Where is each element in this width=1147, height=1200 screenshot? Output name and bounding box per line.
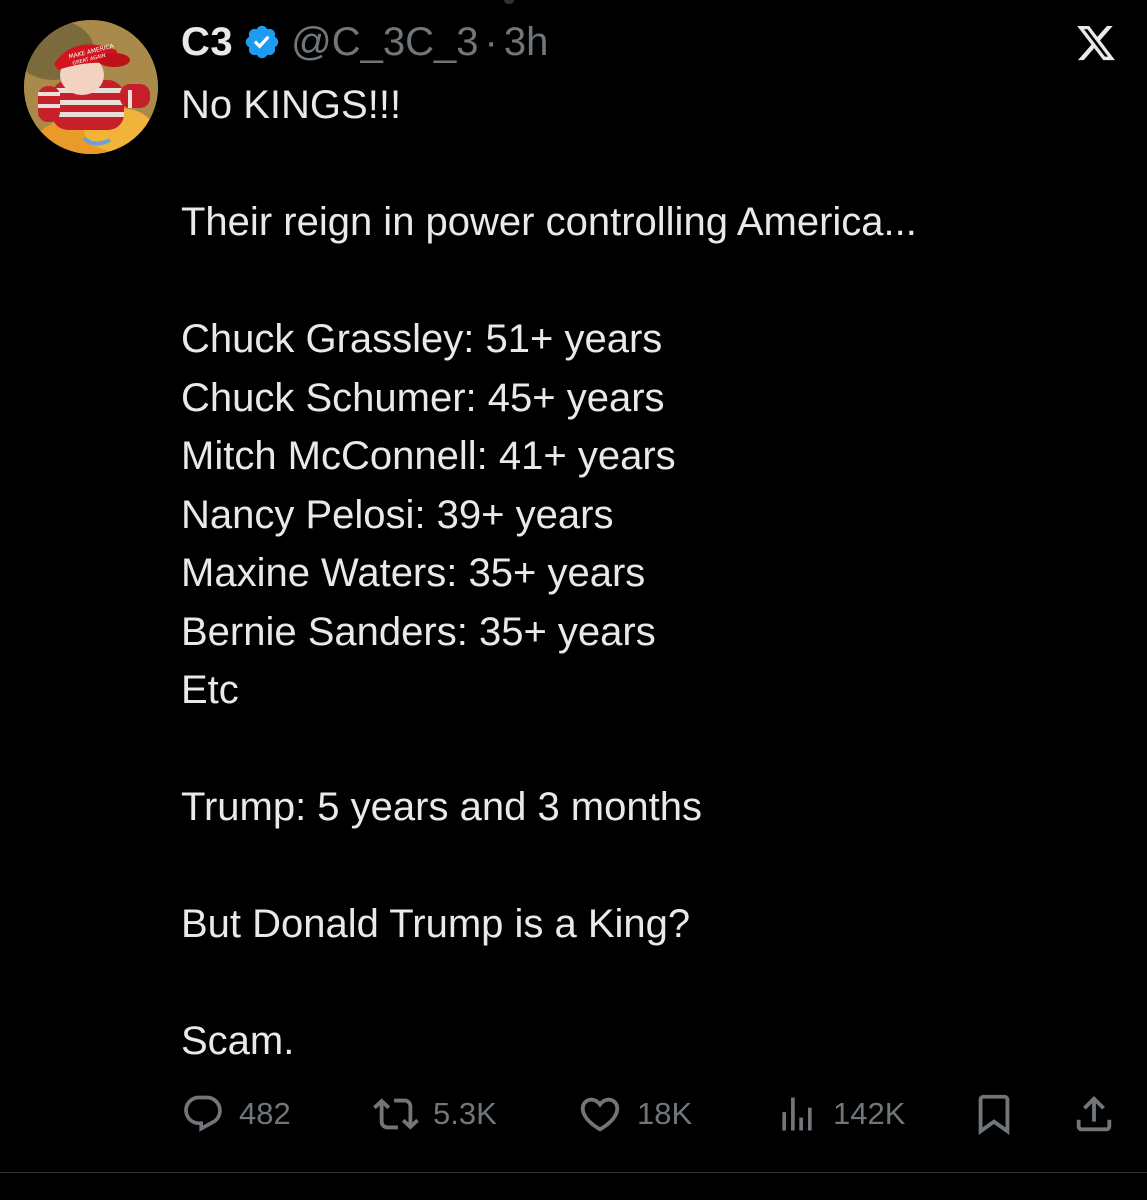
- like-button[interactable]: 18K: [577, 1088, 692, 1140]
- share-button[interactable]: [1071, 1088, 1131, 1140]
- tenure-line: Chuck Schumer: 45+ years: [181, 375, 665, 420]
- display-name[interactable]: C3: [181, 20, 233, 65]
- divider: [0, 1172, 1147, 1173]
- like-count: 18K: [637, 1096, 693, 1131]
- avatar[interactable]: MAKE AMERICA GREAT AGAIN: [24, 20, 158, 154]
- action-bar: 482 5.3K 18K 142K: [181, 1088, 1121, 1140]
- verified-badge-icon[interactable]: [243, 23, 281, 61]
- tenure-line: Nancy Pelosi: 39+ years: [181, 492, 614, 537]
- repost-count: 5.3K: [433, 1096, 497, 1131]
- top-edge-sliver: [504, 0, 514, 4]
- tweet-line-end: Scam.: [181, 1019, 295, 1063]
- repost-icon: [373, 1098, 419, 1130]
- tenure-line: Etc: [181, 668, 239, 712]
- tweet-line-intro: Their reign in power controlling America…: [181, 200, 917, 244]
- reply-icon: [184, 1095, 222, 1132]
- views-button[interactable]: 142K: [775, 1088, 905, 1140]
- share-icon: [1076, 1095, 1112, 1132]
- separator-dot: ·: [484, 19, 498, 64]
- bookmark-icon: [978, 1094, 1010, 1135]
- child-in-red-cap-avatar-icon: MAKE AMERICA GREAT AGAIN: [24, 20, 158, 154]
- tweet-line-question: But Donald Trump is a King?: [181, 902, 691, 946]
- tenure-line: Chuck Grassley: 51+ years: [181, 317, 663, 361]
- heart-icon: [580, 1097, 620, 1132]
- views-chart-icon: [782, 1097, 812, 1131]
- tweet-header: C3 @C_3C_3 · 3h: [181, 18, 548, 66]
- reply-button[interactable]: 482: [181, 1088, 291, 1140]
- tweet-line-headline: No KINGS!!!: [181, 83, 402, 127]
- tenure-line: Mitch McConnell: 41+ years: [181, 434, 676, 478]
- reply-count: 482: [239, 1096, 291, 1131]
- tweet-text: No KINGS!!! Their reign in power control…: [181, 76, 1121, 1071]
- repost-button[interactable]: 5.3K: [373, 1088, 497, 1140]
- tenure-line: Bernie Sanders: 35+ years: [181, 609, 656, 654]
- view-count: 142K: [833, 1096, 906, 1131]
- tweet-line-trump: Trump: 5 years and 3 months: [181, 785, 702, 829]
- user-handle[interactable]: @C_3C_3: [291, 20, 478, 65]
- bookmark-button[interactable]: [971, 1088, 1031, 1140]
- timestamp[interactable]: 3h: [504, 20, 549, 65]
- tweet: MAKE AMERICA GREAT AGAIN C3 @C_3C_3 · 3h…: [0, 0, 1147, 1200]
- x-logo-icon: [1077, 25, 1115, 61]
- tenure-line: Maxine Waters: 35+ years: [181, 551, 646, 595]
